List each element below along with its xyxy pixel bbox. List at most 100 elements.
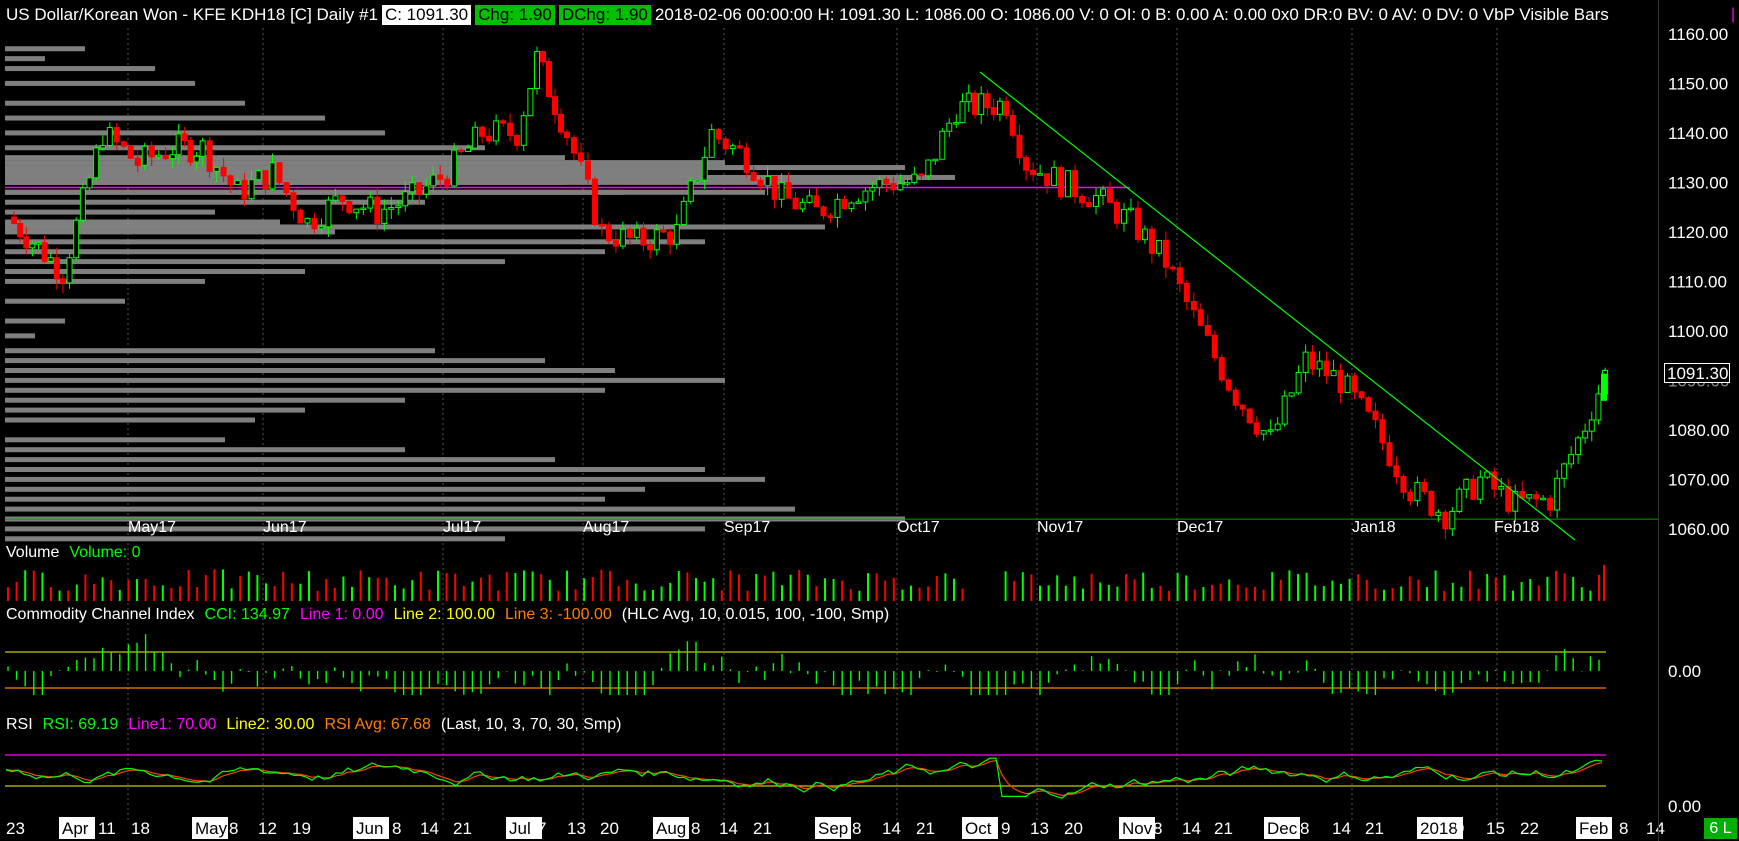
- candle-body-185: [1274, 423, 1281, 431]
- date-tick-2: 11: [98, 819, 116, 838]
- candle-body-40: [276, 162, 283, 184]
- candle-body-200: [1379, 419, 1386, 444]
- candle-body-64: [444, 178, 451, 187]
- date-tick-27: 20: [1064, 819, 1083, 838]
- price-tick-8: 1080.00: [1668, 421, 1729, 440]
- date-tick-6: 12: [258, 819, 277, 838]
- volume-profile-bar-39: [5, 447, 405, 453]
- candle-body-194: [1337, 369, 1344, 394]
- candle-body-41: [283, 182, 290, 194]
- volume-profile-bar-31: [5, 358, 545, 364]
- candle-body-72: [500, 120, 507, 124]
- candle-body-20: [141, 145, 148, 166]
- candle-body-51: [353, 208, 360, 214]
- volume-profile-bar-37: [5, 417, 255, 423]
- candle-body-16: [113, 127, 120, 143]
- candle-body-70: [486, 135, 493, 142]
- candle-body-2: [23, 236, 30, 249]
- candle-body-227: [1568, 454, 1575, 465]
- candle-body-47: [325, 199, 332, 228]
- candle-body-88: [605, 224, 612, 242]
- candle-body-116: [799, 201, 806, 210]
- candle-body-101: [694, 179, 701, 183]
- volume-profile-bar-15: [5, 115, 325, 121]
- candle-body-39: [269, 162, 276, 190]
- volume-profile-bar-5: [5, 170, 705, 175]
- date-tick-39: 22: [1520, 819, 1539, 838]
- candle-body-148: [1016, 134, 1023, 159]
- candle-body-13: [93, 147, 100, 179]
- candle-body-80: [551, 96, 558, 115]
- candle-body-95: [653, 229, 660, 251]
- change-badge: Chg: 1.90: [475, 5, 555, 25]
- candle-body-61: [423, 185, 430, 195]
- candle-body-231: [1595, 393, 1602, 421]
- candle-body-171: [1176, 267, 1183, 284]
- candle-body-205: [1414, 481, 1421, 502]
- candle-body-10: [73, 219, 80, 259]
- header-overflow-marker: |: [1731, 6, 1736, 23]
- volume-profile-bar-40: [5, 457, 555, 463]
- volume-title: Volume: [6, 544, 60, 561]
- candle-body-214: [1477, 476, 1484, 500]
- volume-profile-bar-12: [5, 155, 565, 161]
- candle-body-68: [472, 126, 479, 149]
- candle-body-66: [458, 149, 465, 153]
- candle-body-176: [1211, 334, 1218, 359]
- candle-body-180: [1239, 404, 1246, 410]
- month-label-may17: May17: [128, 519, 176, 536]
- date-tick-25: 9: [1001, 819, 1010, 838]
- candle-body-21: [148, 145, 155, 158]
- symbol-header: US Dollar/Korean Won - KFE KDH18 [C] Dai…: [6, 5, 1609, 25]
- month-label-aug17: Aug17: [583, 519, 629, 536]
- volume-profile-bar-30: [5, 348, 435, 354]
- candle-body-58: [402, 191, 409, 207]
- candle-body-163: [1120, 208, 1127, 224]
- candle-body-93: [640, 227, 647, 246]
- price-axis-separator: [1658, 0, 1659, 841]
- date-tick-4: May: [195, 819, 228, 838]
- candle-body-211: [1456, 488, 1463, 512]
- candle-body-18: [127, 145, 134, 159]
- candle-body-110: [757, 179, 764, 187]
- candle-body-98: [673, 223, 680, 245]
- candle-body-197: [1358, 391, 1365, 399]
- candle-body-144: [990, 107, 997, 115]
- candle-body-161: [1106, 188, 1113, 203]
- volume-profile-bar-34: [5, 387, 605, 393]
- candle-body-33: [227, 175, 234, 185]
- candle-body-139: [959, 101, 966, 124]
- volume-profile-bar-43: [5, 486, 645, 492]
- volume-profile-bar-16: [5, 100, 245, 106]
- candle-body-81: [557, 113, 564, 133]
- candle-body-209: [1442, 511, 1449, 530]
- candle-body-131: [904, 182, 911, 185]
- volume-profile-bar-27: [5, 298, 125, 304]
- date-tick-21: 8: [852, 819, 861, 838]
- layout-badge[interactable]: 6 L: [1704, 818, 1737, 839]
- candle-body-12: [86, 177, 93, 189]
- volume-value: Volume: 0: [69, 544, 141, 561]
- rsi-line1: Line1: 70.00: [128, 716, 217, 733]
- candle-body-90: [619, 228, 626, 247]
- candle-body-184: [1267, 429, 1274, 432]
- candle-body-201: [1386, 442, 1393, 467]
- candle-body-82: [563, 131, 570, 139]
- candle-body-112: [771, 175, 778, 200]
- cci-pane-label: Commodity Channel Index CCI: 134.97 Line 1…: [6, 605, 899, 625]
- candle-body-22: [155, 154, 162, 158]
- candle-body-85: [584, 160, 591, 180]
- candle-body-225: [1554, 477, 1561, 511]
- volume-profile-bar-3: [5, 199, 425, 205]
- candle-body-5: [41, 242, 48, 262]
- candle-body-11: [79, 187, 86, 221]
- candle-body-6: [47, 257, 54, 262]
- date-tick-40: Feb: [1579, 819, 1608, 838]
- candle-body-181: [1246, 408, 1253, 424]
- date-tick-28: Nov: [1122, 819, 1153, 838]
- volume-profile-bar-19: [5, 46, 85, 52]
- date-tick-33: 8: [1300, 819, 1309, 838]
- candle-body-173: [1190, 300, 1197, 311]
- candle-body-45: [311, 217, 318, 230]
- candle-body-146: [1003, 100, 1010, 116]
